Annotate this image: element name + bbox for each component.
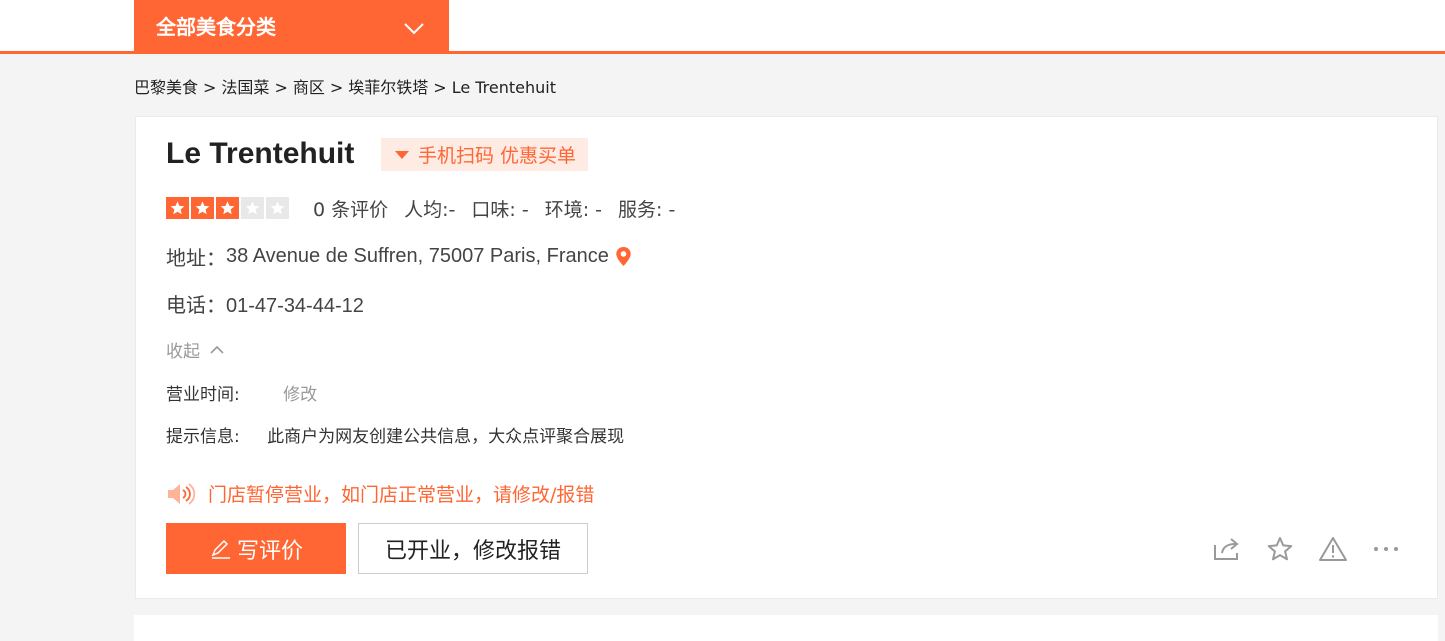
breadcrumb: 巴黎美食 > 法国菜 > 商区 > 埃菲尔铁塔 > Le Trentehuit	[134, 74, 556, 98]
next-section-card	[134, 615, 1438, 641]
write-review-label: 写评价	[236, 538, 303, 564]
tip-info-row: 提示信息: 此商户为网友创建公共信息，大众点评聚合展现	[166, 422, 624, 447]
closure-notice[interactable]: 门店暂停营业，如门店正常营业，请修改/报错	[166, 480, 594, 507]
promo-label: 手机扫码 优惠买单	[418, 145, 577, 167]
breadcrumb-item-eiffel-tower[interactable]: 埃菲尔铁塔	[348, 78, 428, 97]
info-text: 此商户为网友创建公共信息，大众点评聚合展现	[267, 427, 625, 447]
collapse-toggle[interactable]: 收起	[166, 337, 224, 362]
all-food-category-dropdown[interactable]: 全部美食分类	[134, 0, 449, 51]
location-pin-icon[interactable]	[615, 246, 632, 267]
address-label: 地址：	[166, 246, 226, 270]
breadcrumb-item-current: Le Trentehuit	[451, 78, 556, 97]
info-label: 提示信息:	[166, 427, 240, 447]
phone-row: 电话：01-47-34-44-12	[166, 289, 364, 318]
breadcrumb-item-french-cuisine[interactable]: 法国菜	[221, 78, 269, 97]
breadcrumb-item-district[interactable]: 商区	[293, 78, 325, 97]
breadcrumb-separator: >	[329, 78, 344, 97]
taste-score: 口味: -	[471, 198, 529, 221]
service-score: 服务: -	[618, 198, 676, 221]
rating-row: 0 条评价 人均:- 口味: - 环境: - 服务: -	[166, 195, 691, 222]
triangle-down-icon	[395, 150, 409, 159]
shop-name: Le Trentehuit	[166, 137, 355, 170]
write-review-button[interactable]: 写评价	[166, 523, 346, 574]
avg-price: 人均:-	[404, 198, 456, 221]
collapse-label: 收起	[166, 342, 200, 362]
phone-label: 电话：	[166, 293, 226, 317]
star-filled-icon	[216, 197, 239, 219]
speaker-icon	[166, 482, 208, 506]
chevron-down-icon	[403, 17, 425, 41]
report-open-label: 已开业，修改报错	[384, 538, 561, 564]
category-tab-label: 全部美食分类	[156, 15, 276, 39]
shop-info-card: Le Trentehuit 手机扫码 优惠买单 0 条评价 人均:- 口味: -…	[135, 116, 1438, 599]
chevron-up-icon	[200, 345, 224, 354]
breadcrumb-separator: >	[274, 78, 288, 97]
top-nav-bar: 全部美食分类	[0, 0, 1445, 54]
breadcrumb-item-paris-food[interactable]: 巴黎美食	[134, 78, 198, 97]
pencil-icon	[209, 538, 237, 560]
warning-icon[interactable]	[1318, 534, 1348, 564]
star-outline-icon[interactable]	[1265, 534, 1295, 564]
more-icon[interactable]	[1371, 534, 1401, 564]
breadcrumb-separator: >	[433, 78, 447, 97]
share-icon[interactable]	[1212, 534, 1242, 564]
breadcrumb-separator: >	[203, 78, 217, 97]
star-filled-icon	[166, 197, 189, 219]
environment-score: 环境: -	[544, 198, 603, 221]
phone-value: 01-47-34-44-12	[226, 295, 364, 317]
report-open-button[interactable]: 已开业，修改报错	[358, 523, 588, 574]
address-row: 地址： 38 Avenue de Suffren, 75007 Paris, F…	[166, 242, 632, 271]
review-count[interactable]: 0 条评价	[313, 195, 388, 222]
scan-pay-promo-badge[interactable]: 手机扫码 优惠买单	[381, 138, 589, 171]
star-filled-icon	[191, 197, 214, 219]
star-empty-icon	[241, 197, 264, 219]
address-value: 38 Avenue de Suffren, 75007 Paris, Franc…	[226, 245, 609, 267]
star-empty-icon	[266, 197, 289, 219]
notice-text: 门店暂停营业，如门店正常营业，请修改/报错	[208, 484, 595, 506]
business-hours-row: 营业时间: 修改	[166, 380, 317, 405]
star-rating	[166, 197, 291, 219]
hours-edit-link[interactable]: 修改	[283, 385, 317, 405]
hours-label: 营业时间:	[166, 385, 240, 405]
action-icons	[1189, 534, 1401, 564]
